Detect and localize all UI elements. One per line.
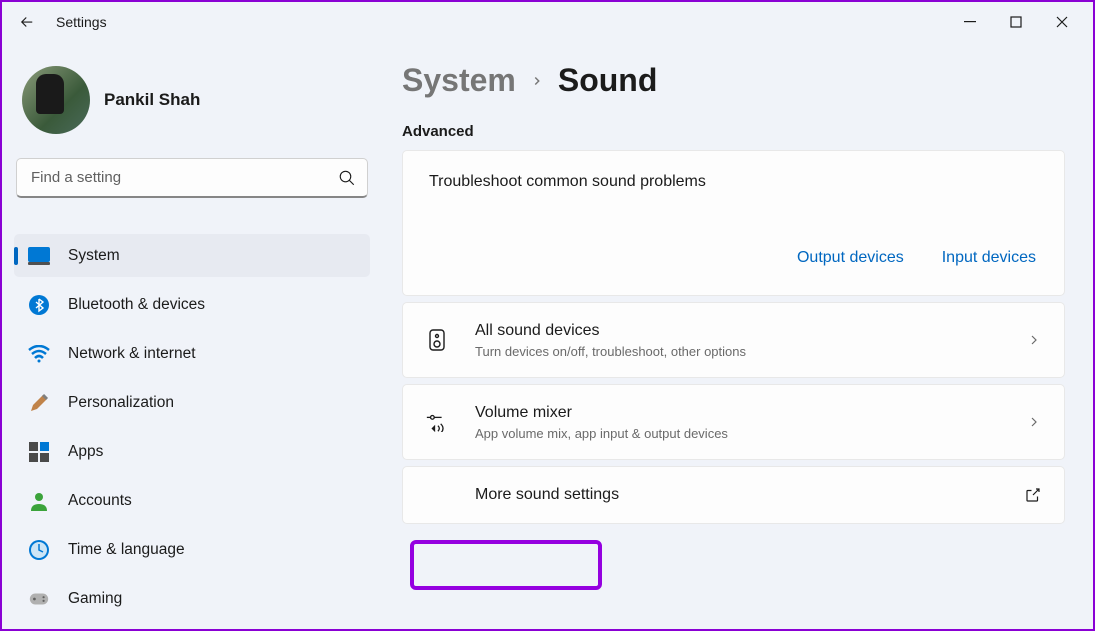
maximize-button[interactable] (993, 2, 1039, 42)
apps-icon (28, 441, 50, 463)
user-block[interactable]: Pankil Shah (14, 62, 370, 158)
row-title: Volume mixer (475, 403, 1026, 424)
output-devices-link[interactable]: Output devices (797, 249, 904, 267)
nav-item-personalization[interactable]: Personalization (14, 381, 370, 424)
nav-item-gaming[interactable]: Gaming (14, 577, 370, 620)
troubleshoot-title: Troubleshoot common sound problems (429, 173, 1038, 191)
row-title: All sound devices (475, 321, 1026, 342)
nav-label: Accounts (68, 492, 132, 510)
gaming-icon (28, 588, 50, 610)
personalize-icon (28, 392, 50, 414)
input-devices-link[interactable]: Input devices (942, 249, 1036, 267)
all-sound-devices-row[interactable]: All sound devices Turn devices on/off, t… (402, 302, 1065, 378)
minimize-icon (964, 16, 976, 28)
external-link-icon (1024, 486, 1042, 504)
more-sound-settings-row[interactable]: More sound settings (402, 466, 1065, 525)
accounts-icon (28, 490, 50, 512)
troubleshoot-card: Troubleshoot common sound problems Outpu… (402, 150, 1065, 296)
sidebar: Pankil Shah System Bluetooth & devices N… (2, 42, 382, 629)
volume-mixer-row[interactable]: Volume mixer App volume mix, app input &… (402, 384, 1065, 460)
nav-label: Time & language (68, 541, 185, 559)
minimize-button[interactable] (947, 2, 993, 42)
time-icon (28, 539, 50, 561)
nav-label: Bluetooth & devices (68, 296, 205, 314)
nav-item-network[interactable]: Network & internet (14, 332, 370, 375)
bluetooth-icon (28, 294, 50, 316)
window-title: Settings (56, 14, 107, 30)
chevron-right-icon (1026, 414, 1042, 430)
nav-label: Network & internet (68, 345, 196, 363)
breadcrumb-current: Sound (558, 62, 658, 99)
close-button[interactable] (1039, 2, 1085, 42)
network-icon (28, 343, 50, 365)
main-content: System Sound Advanced Troubleshoot commo… (382, 42, 1093, 629)
window-controls (947, 2, 1085, 42)
back-button[interactable] (10, 5, 44, 39)
section-label: Advanced (402, 123, 1065, 140)
nav-label: Gaming (68, 590, 122, 608)
nav-label: System (68, 247, 120, 265)
nav-item-apps[interactable]: Apps (14, 430, 370, 473)
maximize-icon (1010, 16, 1022, 28)
speaker-icon (425, 328, 449, 352)
system-icon (28, 245, 50, 267)
search-input[interactable] (16, 158, 368, 198)
chevron-right-icon (530, 74, 544, 88)
nav-label: Apps (68, 443, 103, 461)
breadcrumb-parent[interactable]: System (402, 62, 516, 99)
nav-item-time[interactable]: Time & language (14, 528, 370, 571)
nav-item-bluetooth[interactable]: Bluetooth & devices (14, 283, 370, 326)
chevron-right-icon (1026, 332, 1042, 348)
close-icon (1056, 16, 1068, 28)
row-subtitle: Turn devices on/off, troubleshoot, other… (475, 344, 1026, 359)
nav-label: Personalization (68, 394, 174, 412)
avatar (22, 66, 90, 134)
nav-item-accounts[interactable]: Accounts (14, 479, 370, 522)
mixer-icon (425, 412, 449, 432)
nav-item-system[interactable]: System (14, 234, 370, 277)
row-title: More sound settings (475, 485, 1024, 506)
row-subtitle: App volume mix, app input & output devic… (475, 426, 1026, 441)
breadcrumb: System Sound (402, 62, 1065, 99)
arrow-left-icon (18, 13, 36, 31)
nav: System Bluetooth & devices Network & int… (14, 234, 370, 626)
user-name: Pankil Shah (104, 90, 200, 110)
